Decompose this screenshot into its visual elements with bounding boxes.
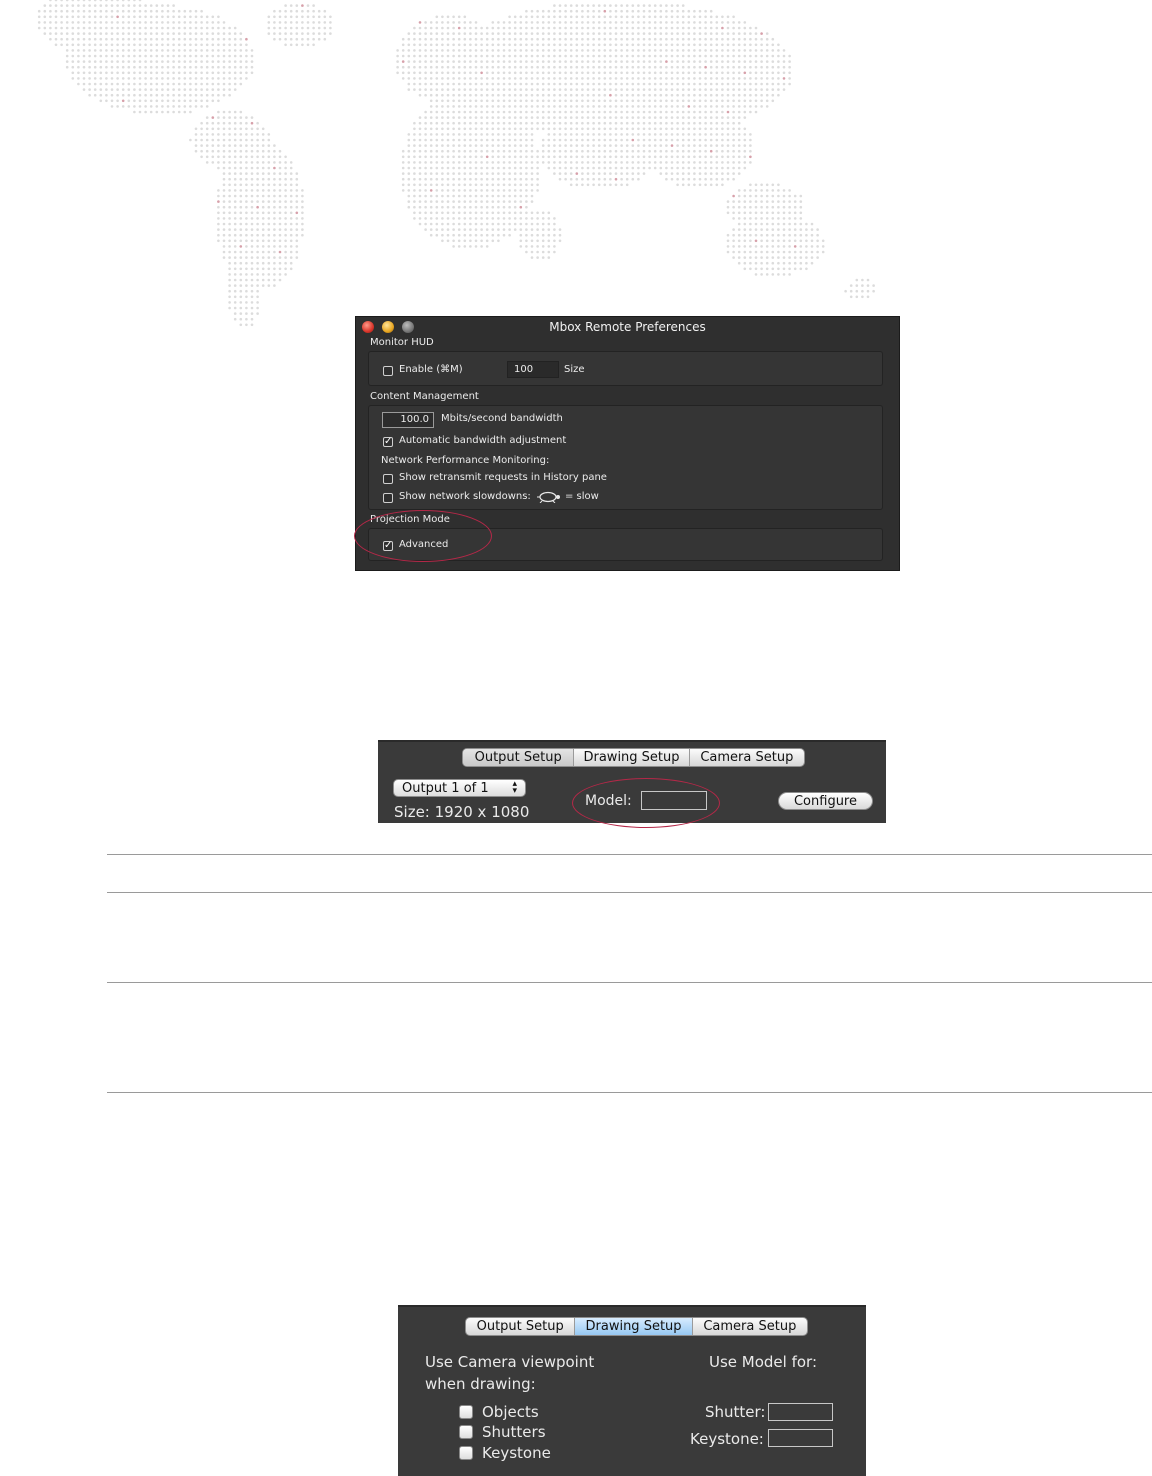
bandwidth-input[interactable]: 100.0 [382, 412, 434, 428]
preferences-window: Mbox Remote Preferences Monitor HUD Enab… [354, 316, 900, 571]
output-size-text: Size: 1920 x 1080 [394, 803, 530, 821]
retransmit-label: Show retransmit requests in History pane [399, 472, 607, 483]
output-select[interactable]: Output 1 of 1 ▴ ▾ [393, 779, 526, 797]
shutters-checkbox[interactable] [459, 1425, 473, 1439]
slowdowns-suffix: = slow [565, 491, 599, 502]
hud-size-label: Size [564, 364, 585, 375]
content-management-heading: Content Management [370, 391, 479, 402]
divider-4 [107, 1092, 1152, 1093]
bandwidth-label: Mbits/second bandwidth [441, 413, 563, 424]
window-title: Mbox Remote Preferences [549, 320, 706, 334]
configure-button[interactable]: Configure [778, 792, 873, 810]
output-setup-panel: Output Setup Drawing Setup Camera Setup … [378, 740, 886, 828]
projection-mode-highlight [354, 510, 492, 562]
shutter-label: Shutter: [705, 1403, 766, 1421]
retransmit-checkbox[interactable] [383, 474, 393, 484]
output-select-value: Output 1 of 1 [402, 780, 489, 796]
content-management-group: 100.0 Mbits/second bandwidth ✓ Automatic… [368, 405, 883, 510]
tab-drawing-setup[interactable]: Drawing Setup [574, 749, 690, 766]
model-highlight [572, 778, 720, 828]
panel-top-edge-2 [398, 1305, 866, 1307]
keystone-model-label: Keystone: [690, 1430, 764, 1448]
keystone-model-input[interactable] [768, 1429, 833, 1447]
tab-output-setup[interactable]: Output Setup [463, 749, 575, 766]
world-map-background [37, 0, 875, 327]
auto-bandwidth-label: Automatic bandwidth adjustment [399, 435, 567, 446]
use-model-heading: Use Model for: [709, 1353, 818, 1371]
camera-viewpoint-heading-2: when drawing: [425, 1375, 536, 1393]
keystone-checkbox[interactable] [459, 1446, 473, 1460]
turtle-icon [537, 491, 560, 503]
hud-size-input[interactable]: 100 [507, 361, 559, 378]
monitor-hud-heading: Monitor HUD [370, 337, 434, 348]
slowdowns-checkbox[interactable] [383, 493, 393, 503]
divider-3 [107, 982, 1152, 983]
tab-drawing-setup[interactable]: Drawing Setup [575, 1318, 693, 1335]
divider-2 [107, 892, 1152, 893]
auto-bandwidth-checkbox[interactable]: ✓ [383, 437, 393, 447]
slowdowns-label: Show network slowdowns: [399, 491, 531, 502]
objects-checkbox[interactable] [459, 1405, 473, 1419]
objects-label: Objects [482, 1403, 539, 1421]
panel-top-edge [378, 740, 886, 742]
keystone-label: Keystone [482, 1444, 551, 1462]
divider-1 [107, 854, 1152, 855]
tab-camera-setup[interactable]: Camera Setup [690, 749, 804, 766]
enable-hud-checkbox[interactable] [383, 366, 393, 376]
enable-hud-label: Enable (⌘M) [399, 364, 463, 375]
output-tab-bar: Output Setup Drawing Setup Camera Setup [462, 748, 805, 767]
drawing-tab-bar: Output Setup Drawing Setup Camera Setup [465, 1317, 808, 1336]
title-bar[interactable]: Mbox Remote Preferences [356, 317, 899, 339]
monitor-hud-group: Enable (⌘M) 100 Size [368, 351, 883, 386]
tab-output-setup[interactable]: Output Setup [466, 1318, 576, 1335]
camera-viewpoint-heading-1: Use Camera viewpoint [425, 1353, 595, 1371]
stepper-arrows-icon: ▴ ▾ [512, 779, 517, 796]
drawing-setup-panel: Output Setup Drawing Setup Camera Setup … [398, 1305, 866, 1476]
shutter-model-input[interactable] [768, 1403, 833, 1421]
tab-camera-setup[interactable]: Camera Setup [693, 1318, 807, 1335]
shutters-label: Shutters [482, 1423, 546, 1441]
network-monitoring-heading: Network Performance Monitoring: [381, 455, 550, 466]
